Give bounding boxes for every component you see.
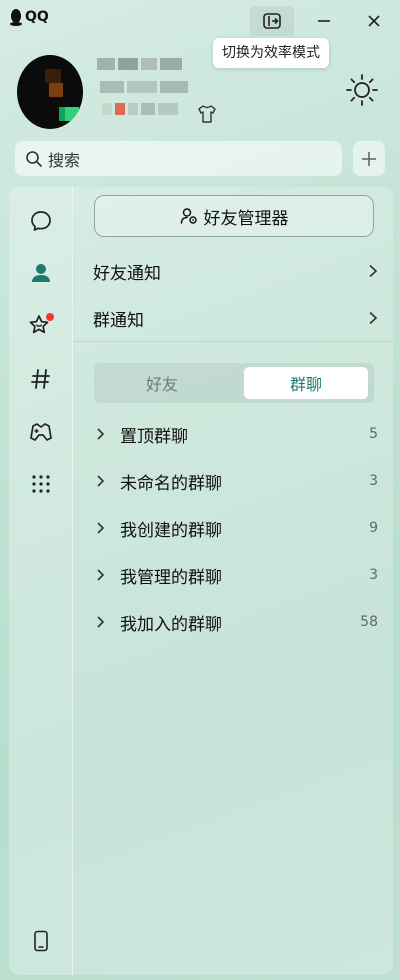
plus-icon [362, 151, 376, 166]
friend-notifications-label: 好友通知 [93, 263, 161, 284]
apps-grid-icon [31, 475, 50, 493]
signature-obscured [100, 81, 188, 93]
title-bar: QQ [0, 0, 400, 40]
nickname-obscured [97, 58, 182, 70]
group-category-row[interactable]: 我创建的群聊 9 [93, 508, 378, 548]
search-icon [26, 150, 42, 167]
close-icon [368, 15, 380, 27]
contacts-panel: 好友管理器 好友通知 群通知 好友 群聊 置顶群聊 5 未命名的群聊 3 我创建… [72, 187, 393, 975]
friend-manager-label: 好友管理器 [203, 208, 289, 229]
sidebar [9, 187, 72, 975]
contacts-tab-switcher: 好友 群聊 [94, 363, 374, 403]
friend-manager-button[interactable]: 好友管理器 [94, 195, 374, 237]
group-category-name: 置顶群聊 [120, 426, 188, 447]
theme-sun-icon[interactable] [345, 73, 379, 107]
group-category-row[interactable]: 我管理的群聊 3 [93, 555, 378, 595]
group-category-name: 我加入的群聊 [120, 614, 222, 635]
switch-mode-icon [263, 13, 281, 29]
outfit-shirt-icon[interactable] [196, 103, 218, 125]
sidebar-item-more-apps[interactable] [9, 466, 72, 502]
close-button[interactable] [352, 6, 396, 36]
avatar[interactable] [17, 55, 83, 129]
group-category-count: 5 [369, 426, 378, 442]
search-box[interactable]: 搜索 [15, 141, 342, 176]
user-settings-icon [180, 208, 197, 224]
group-category-count: 58 [360, 614, 378, 630]
sidebar-item-phone[interactable] [9, 923, 72, 959]
group-category-row[interactable]: 我加入的群聊 58 [93, 602, 378, 642]
star-icon [29, 313, 54, 334]
qq-logo: QQ [9, 8, 49, 26]
tab-friends[interactable]: 好友 [100, 367, 224, 399]
sidebar-item-channels[interactable] [9, 361, 72, 397]
qq-penguin-icon [10, 9, 22, 26]
chevron-right-icon [97, 616, 105, 628]
message-icon [30, 211, 51, 231]
game-controller-icon [29, 423, 52, 441]
sidebar-item-messages[interactable] [9, 203, 72, 239]
sidebar-item-contacts[interactable] [9, 255, 72, 291]
friend-notifications-row[interactable]: 好友通知 [93, 251, 378, 291]
group-category-row[interactable]: 置顶群聊 5 [93, 414, 378, 454]
group-notifications-label: 群通知 [93, 310, 144, 331]
efficiency-mode-button[interactable] [250, 6, 294, 36]
minimize-button[interactable] [302, 6, 346, 36]
divider [73, 341, 393, 342]
chevron-right-icon [369, 264, 378, 278]
status-obscured [102, 103, 178, 115]
group-category-count: 3 [369, 473, 378, 489]
chevron-right-icon [97, 475, 105, 487]
chevron-right-icon [369, 311, 378, 325]
chevron-right-icon [97, 428, 105, 440]
group-category-name: 我管理的群聊 [120, 567, 222, 588]
minimize-icon [318, 20, 330, 22]
profile-header [0, 55, 400, 135]
group-category-row[interactable]: 未命名的群聊 3 [93, 461, 378, 501]
chevron-right-icon [97, 569, 105, 581]
add-button[interactable] [353, 141, 385, 176]
group-category-name: 我创建的群聊 [120, 520, 222, 541]
sidebar-item-games[interactable] [9, 414, 72, 450]
group-category-count: 9 [369, 520, 378, 536]
channel-hash-icon [30, 369, 50, 389]
sidebar-item-favorites[interactable] [9, 308, 72, 344]
group-category-name: 未命名的群聊 [120, 473, 222, 494]
notification-badge [45, 313, 54, 321]
app-name: QQ [25, 9, 49, 25]
tab-groups[interactable]: 群聊 [244, 367, 368, 399]
group-category-count: 3 [369, 567, 378, 583]
search-input[interactable]: 搜索 [48, 147, 80, 171]
phone-icon [33, 930, 48, 952]
chevron-right-icon [97, 522, 105, 534]
group-notifications-row[interactable]: 群通知 [93, 298, 378, 338]
contacts-icon [31, 264, 50, 282]
